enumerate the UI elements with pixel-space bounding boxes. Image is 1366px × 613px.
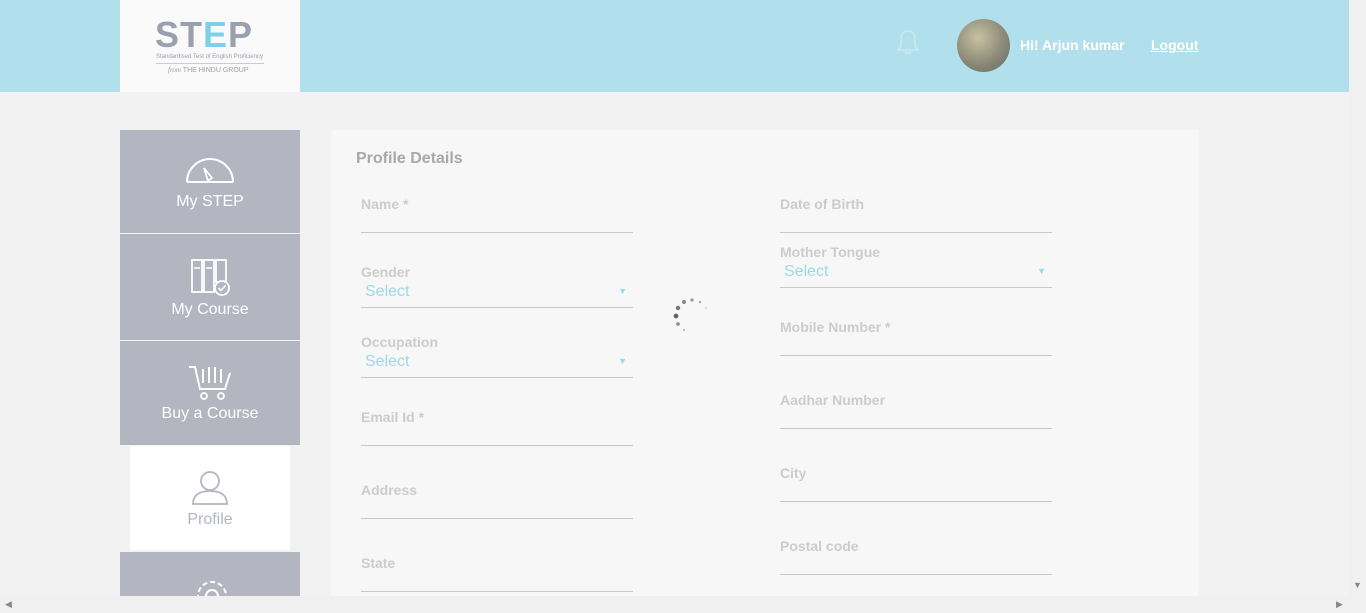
address-underline [361, 518, 633, 519]
profile-panel: Profile Details Name * Gender Select ▼ O… [331, 130, 1199, 596]
mother-tongue-underline [780, 287, 1052, 288]
gender-label: Gender [361, 264, 411, 280]
city-underline [780, 501, 1052, 502]
books-check-icon [191, 259, 230, 296]
city-label: City [780, 465, 807, 481]
address-label: Address [361, 482, 418, 498]
scroll-right-icon[interactable]: ▶ [1336, 599, 1343, 610]
vertical-scrollbar[interactable]: ▼ [1349, 0, 1366, 613]
mobile-underline [780, 355, 1052, 356]
chevron-down-icon: ▼ [1037, 266, 1046, 276]
avatar[interactable] [957, 19, 1010, 72]
logout-link[interactable]: Logout [1151, 37, 1198, 53]
user-greeting: Hi! Arjun kumar [1020, 37, 1125, 53]
occupation-label: Occupation [361, 334, 439, 350]
loading-spinner-icon [673, 298, 707, 331]
scroll-down-icon[interactable]: ▼ [1353, 580, 1362, 590]
sidebar-item-label: Profile [187, 511, 233, 528]
logo-divider [156, 63, 264, 64]
aadhar-label: Aadhar Number [780, 392, 886, 408]
state-underline [361, 591, 633, 592]
postal-label: Postal code [780, 538, 859, 554]
gender-value: Select [365, 283, 410, 300]
sidebar-item-my-step[interactable]: My STEP [120, 130, 300, 233]
sidebar-item-buy-course[interactable]: Buy a Course [120, 341, 300, 445]
mother-tongue-label: Mother Tongue [780, 244, 881, 260]
speedometer-icon [186, 158, 234, 183]
chevron-down-icon: ▼ [618, 286, 627, 296]
email-label: Email Id * [361, 409, 425, 425]
logo-wordmark: STEP [155, 14, 254, 55]
gear-icon [197, 581, 227, 596]
step-logo[interactable]: STEP Standardised Test of English Profic… [120, 0, 300, 92]
sidebar-item-label: My STEP [176, 193, 244, 210]
sidebar-item-settings[interactable] [120, 552, 300, 596]
postal-underline [780, 574, 1052, 575]
dob-label: Date of Birth [780, 196, 864, 212]
mobile-label: Mobile Number * [780, 319, 891, 335]
scroll-left-icon[interactable]: ◀ [5, 599, 12, 610]
email-underline [361, 445, 633, 446]
aadhar-underline [780, 428, 1052, 429]
gender-underline [361, 307, 633, 308]
occupation-value: Select [365, 353, 410, 370]
sidebar-item-label: My Course [171, 301, 249, 318]
user-icon [192, 471, 228, 505]
sidebar-item-label: Buy a Course [161, 405, 259, 422]
cart-icon [189, 366, 231, 400]
name-label: Name * [361, 196, 409, 212]
logo-subtitle: Standardised Test of English Proficiency [156, 54, 263, 60]
sidebar-item-my-course[interactable]: My Course [120, 234, 300, 340]
dob-underline [780, 232, 1052, 233]
logo-from: from THE HINDU GROUP [168, 66, 249, 74]
page-title: Profile Details [356, 150, 463, 167]
name-underline [361, 232, 633, 233]
top-header: STEP Standardised Test of English Profic… [0, 0, 1349, 92]
occupation-underline [361, 377, 633, 378]
sidebar-item-profile[interactable]: Profile [130, 446, 290, 550]
mother-tongue-value: Select [784, 263, 829, 280]
chevron-down-icon: ▼ [618, 356, 627, 366]
bell-icon[interactable] [895, 28, 921, 56]
horizontal-scrollbar[interactable]: ◀ ▶ [0, 596, 1349, 613]
state-label: State [361, 555, 396, 571]
